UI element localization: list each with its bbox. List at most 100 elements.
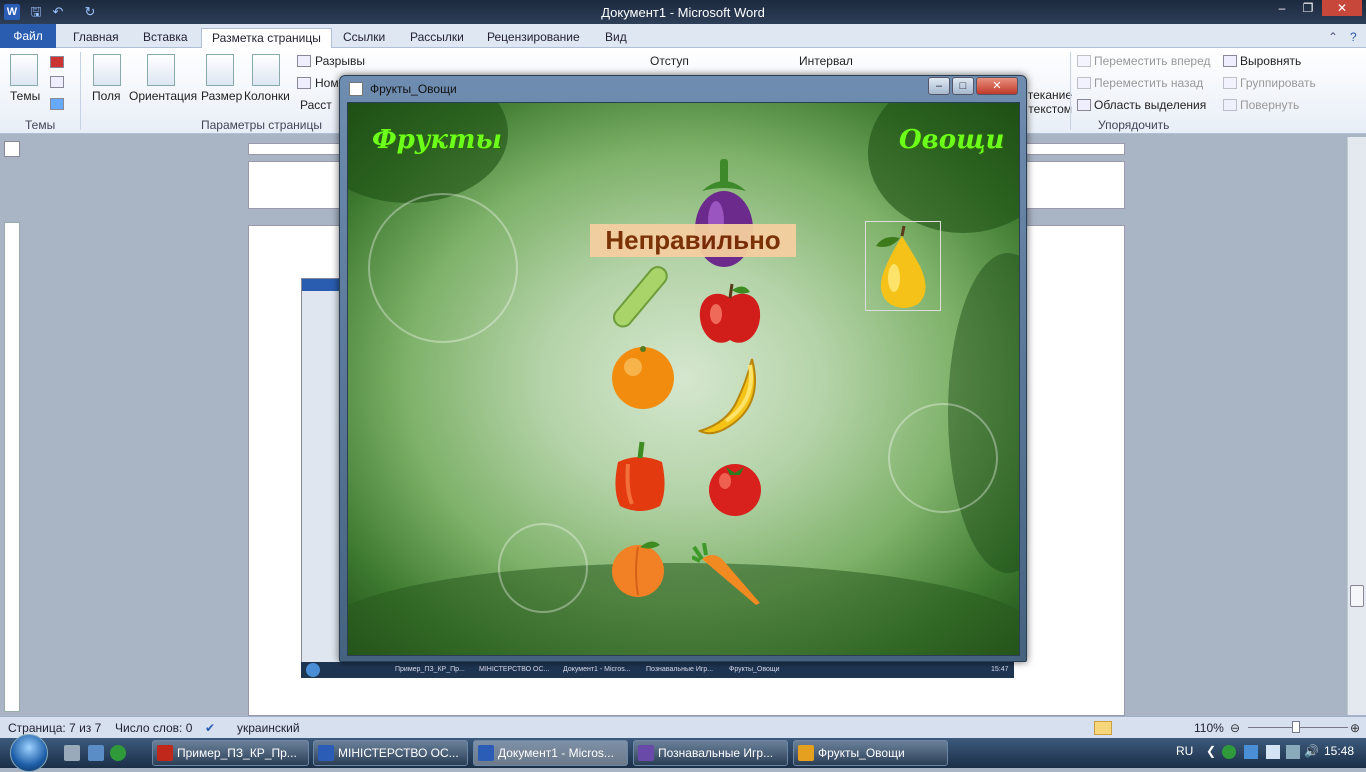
zoom-level[interactable]: 110% (1194, 721, 1224, 735)
zoom-in-icon[interactable]: ⊕ (1350, 721, 1360, 735)
tray-expand-icon[interactable]: ❮ (1206, 744, 1216, 758)
page-count[interactable]: Страница: 7 из 7 (8, 721, 101, 735)
language-indicator[interactable]: украинский (237, 721, 300, 735)
taskbar-item-app[interactable]: Фрукты_Овощи (793, 740, 948, 766)
tray-flag-icon[interactable] (1286, 745, 1300, 759)
group-arrange-label: Упорядочить (1098, 118, 1170, 132)
hyphenation-button[interactable]: Расст (300, 98, 332, 112)
selection-pane-button[interactable]: Область выделения (1094, 98, 1206, 112)
line-numbers-button[interactable]: Ном (315, 76, 339, 90)
themes-button-label[interactable]: Темы (10, 89, 40, 103)
tab-page-layout[interactable]: Разметка страницы (201, 28, 332, 48)
margins-button[interactable]: Поля (92, 89, 121, 103)
maximize-button[interactable]: ❐ (1296, 0, 1320, 16)
line-numbers-icon[interactable] (297, 77, 311, 89)
zoom-out-icon[interactable]: ⊖ (1230, 721, 1240, 735)
align-icon[interactable] (1223, 55, 1237, 67)
tab-references[interactable]: Ссылки (343, 28, 385, 48)
selection-pane-icon[interactable] (1077, 99, 1091, 111)
game-canvas[interactable]: Фрукты Овощи Неправильно (347, 102, 1020, 656)
margins-icon[interactable] (93, 54, 121, 86)
tab-view[interactable]: Вид (605, 28, 627, 48)
tray-volume-icon[interactable]: 🔊 (1304, 744, 1319, 758)
scrollbar-thumb[interactable] (1350, 585, 1364, 607)
columns-icon[interactable] (252, 54, 280, 86)
close-button[interactable]: ✕ (1322, 0, 1362, 16)
rotate-icon[interactable] (1223, 99, 1237, 111)
tab-selector-icon[interactable] (4, 141, 20, 157)
app-maximize-button[interactable]: □ (952, 77, 974, 95)
size-icon[interactable] (206, 54, 234, 86)
proofing-icon[interactable]: ✔ (205, 721, 215, 735)
orange-item[interactable] (610, 345, 676, 411)
size-button[interactable]: Размер (201, 89, 242, 103)
print-layout-icon[interactable] (1094, 721, 1112, 735)
clock[interactable]: 15:48 (1324, 744, 1354, 758)
wrap-text-button[interactable]: текание текстом (1024, 88, 1072, 116)
vine-swirl (368, 193, 518, 343)
pear-item[interactable] (866, 222, 940, 310)
help-question-icon[interactable]: ? (1350, 28, 1357, 48)
zoom-slider-thumb[interactable] (1292, 721, 1300, 733)
align-button[interactable]: Выровнять (1240, 54, 1301, 68)
theme-fonts-icon[interactable] (50, 76, 64, 88)
explorer-icon[interactable] (88, 745, 104, 761)
send-backward-icon[interactable] (1077, 77, 1091, 89)
group-button[interactable]: Группировать (1240, 76, 1316, 90)
spacing-label: Интервал (799, 54, 853, 68)
app-minimize-button[interactable]: ‒ (928, 77, 950, 95)
tab-mailings[interactable]: Рассылки (410, 28, 464, 48)
orientation-icon[interactable] (147, 54, 175, 86)
tab-file[interactable]: Файл (0, 24, 56, 48)
tomato-item[interactable] (706, 459, 764, 517)
columns-button[interactable]: Колонки (244, 89, 290, 103)
torrent-icon[interactable] (110, 745, 126, 761)
rotate-button[interactable]: Повернуть (1240, 98, 1299, 112)
theme-effects-icon[interactable] (50, 98, 64, 110)
tab-insert[interactable]: Вставка (143, 28, 188, 48)
taskbar-item-word-1[interactable]: МІНІСТЕРСТВО ОС... (313, 740, 468, 766)
embedded-task-4: Познавальные Игр... (646, 666, 714, 673)
window-title: Документ1 - Microsoft Word (601, 5, 765, 20)
group-icon[interactable] (1223, 77, 1237, 89)
themes-icon[interactable] (10, 54, 38, 86)
carrot-item[interactable] (692, 543, 764, 607)
breaks-button[interactable]: Разрывы (315, 54, 365, 68)
selected-item-frame[interactable] (865, 221, 941, 311)
app-close-button[interactable]: ✕ (976, 77, 1018, 95)
cucumber-item[interactable] (610, 263, 672, 329)
pdf-icon (157, 745, 173, 761)
vertical-scrollbar[interactable] (1347, 137, 1366, 715)
embedded-task-3: Документ1 - Micros... (563, 666, 631, 673)
tray-network-icon[interactable] (1244, 745, 1258, 759)
word-count[interactable]: Число слов: 0 (115, 721, 192, 735)
language-tray[interactable]: RU (1176, 744, 1193, 758)
taskbar-item-word-2[interactable]: Документ1 - Micros... (473, 740, 628, 766)
group-page-setup-label: Параметры страницы (201, 118, 322, 132)
tab-review[interactable]: Рецензирование (487, 28, 580, 48)
apple-item[interactable] (696, 280, 764, 348)
tray-torrent-icon[interactable] (1222, 745, 1236, 759)
pepper-item[interactable] (610, 440, 670, 514)
bring-forward-icon[interactable] (1077, 55, 1091, 67)
indent-label: Отступ (650, 54, 689, 68)
taskbar-item-pdf[interactable]: Пример_ПЗ_КР_Пр... (152, 740, 309, 766)
send-backward-button[interactable]: Переместить назад (1094, 76, 1203, 90)
minimize-button[interactable]: ‒ (1270, 0, 1294, 16)
bring-forward-button[interactable]: Переместить вперед (1094, 54, 1210, 68)
breaks-icon[interactable] (297, 55, 311, 67)
start-button[interactable] (10, 734, 48, 772)
peach-item[interactable] (606, 537, 670, 597)
taskbar-item-vs[interactable]: Познавальные Игр... (633, 740, 788, 766)
show-desktop-icon[interactable] (64, 745, 80, 761)
tab-home[interactable]: Главная (73, 28, 119, 48)
theme-colors-icon[interactable] (50, 56, 64, 68)
app-window[interactable]: Фрукты_Овощи ‒ □ ✕ Фрукты Овощи Неправил… (339, 75, 1027, 662)
group-themes-label: Темы (25, 118, 56, 132)
banana-item[interactable] (698, 357, 760, 439)
embedded-clock: 15:47 (991, 666, 1009, 673)
help-icon[interactable]: ⌃ (1328, 28, 1338, 48)
taskbar-label: Познавальные Игр... (658, 746, 774, 760)
orientation-button[interactable]: Ориентация (129, 89, 197, 103)
tray-power-icon[interactable] (1266, 745, 1280, 759)
